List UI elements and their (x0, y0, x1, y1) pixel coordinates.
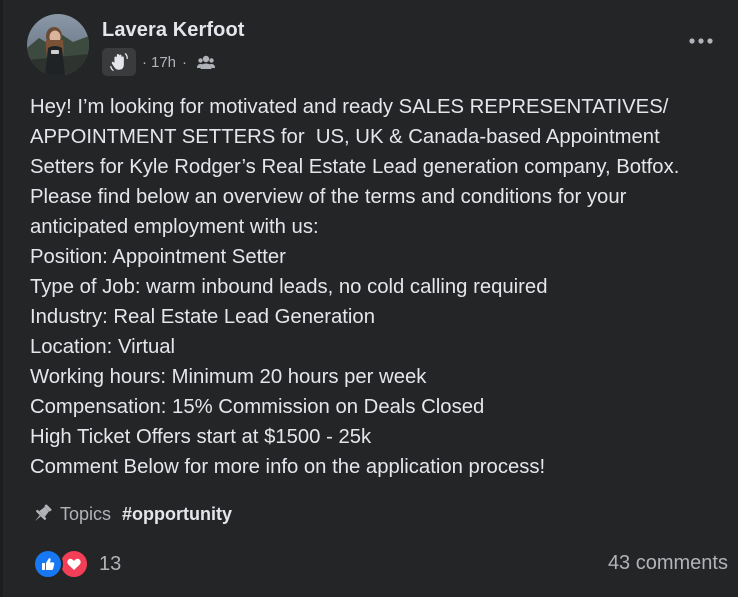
post-meta: · 17h · (102, 48, 216, 76)
meta-separator: · (142, 53, 147, 71)
post-body-line: APPOINTMENT SETTERS for US, UK & Canada-… (30, 126, 660, 148)
more-options-button[interactable] (684, 28, 718, 54)
love-reaction-icon (59, 549, 89, 579)
pushpin-icon (34, 504, 52, 522)
like-reaction-icon (33, 549, 63, 579)
reaction-count: 13 (99, 552, 122, 575)
meta-separator: · (182, 53, 188, 71)
comments-count-link[interactable]: 43 comments (608, 552, 728, 575)
post-card: Lavera Kerfoot · 17h · Hey! I’m looking … (0, 0, 738, 597)
post-body-line: Position: Appointment Setter (30, 246, 286, 268)
welcome-wave-hand-icon[interactable] (102, 48, 136, 76)
post-body-line: Type of Job: warm inbound leads, no cold… (30, 276, 548, 298)
post-body-line: Location: Virtual (30, 336, 176, 358)
post-body-line: Industry: Real Estate Lead Generation (30, 306, 375, 328)
avatar-photo (27, 14, 89, 76)
topics-row: Topics #opportunity (30, 500, 232, 528)
post-body-line: Comment Below for more info on the appli… (30, 456, 546, 478)
post-body-line: Compensation: 15% Commission on Deals Cl… (30, 396, 485, 418)
author-name[interactable]: Lavera Kerfoot (102, 19, 245, 42)
reactions-summary[interactable]: 13 (33, 549, 121, 579)
group-members-icon[interactable] (197, 54, 216, 70)
post-timestamp[interactable]: 17h (151, 54, 176, 71)
post-body-line: anticipated employment with us: (30, 216, 319, 238)
topics-label: Topics (60, 503, 112, 524)
author-avatar[interactable] (27, 14, 89, 76)
post-body: Hey! I’m looking for motivated and ready… (30, 92, 730, 482)
post-body-line: Hey! I’m looking for motivated and ready… (30, 96, 669, 118)
post-body-line: Please find below an overview of the ter… (30, 186, 627, 208)
topic-tag-link[interactable]: #opportunity (122, 504, 232, 525)
post-body-line: High Ticket Offers start at $1500 - 25k (30, 426, 372, 448)
post-body-line: Working hours: Minimum 20 hours per week (30, 366, 427, 388)
more-options-icon (689, 38, 713, 44)
post-body-line: Setters for Kyle Rodger’s Real Estate Le… (30, 156, 680, 178)
